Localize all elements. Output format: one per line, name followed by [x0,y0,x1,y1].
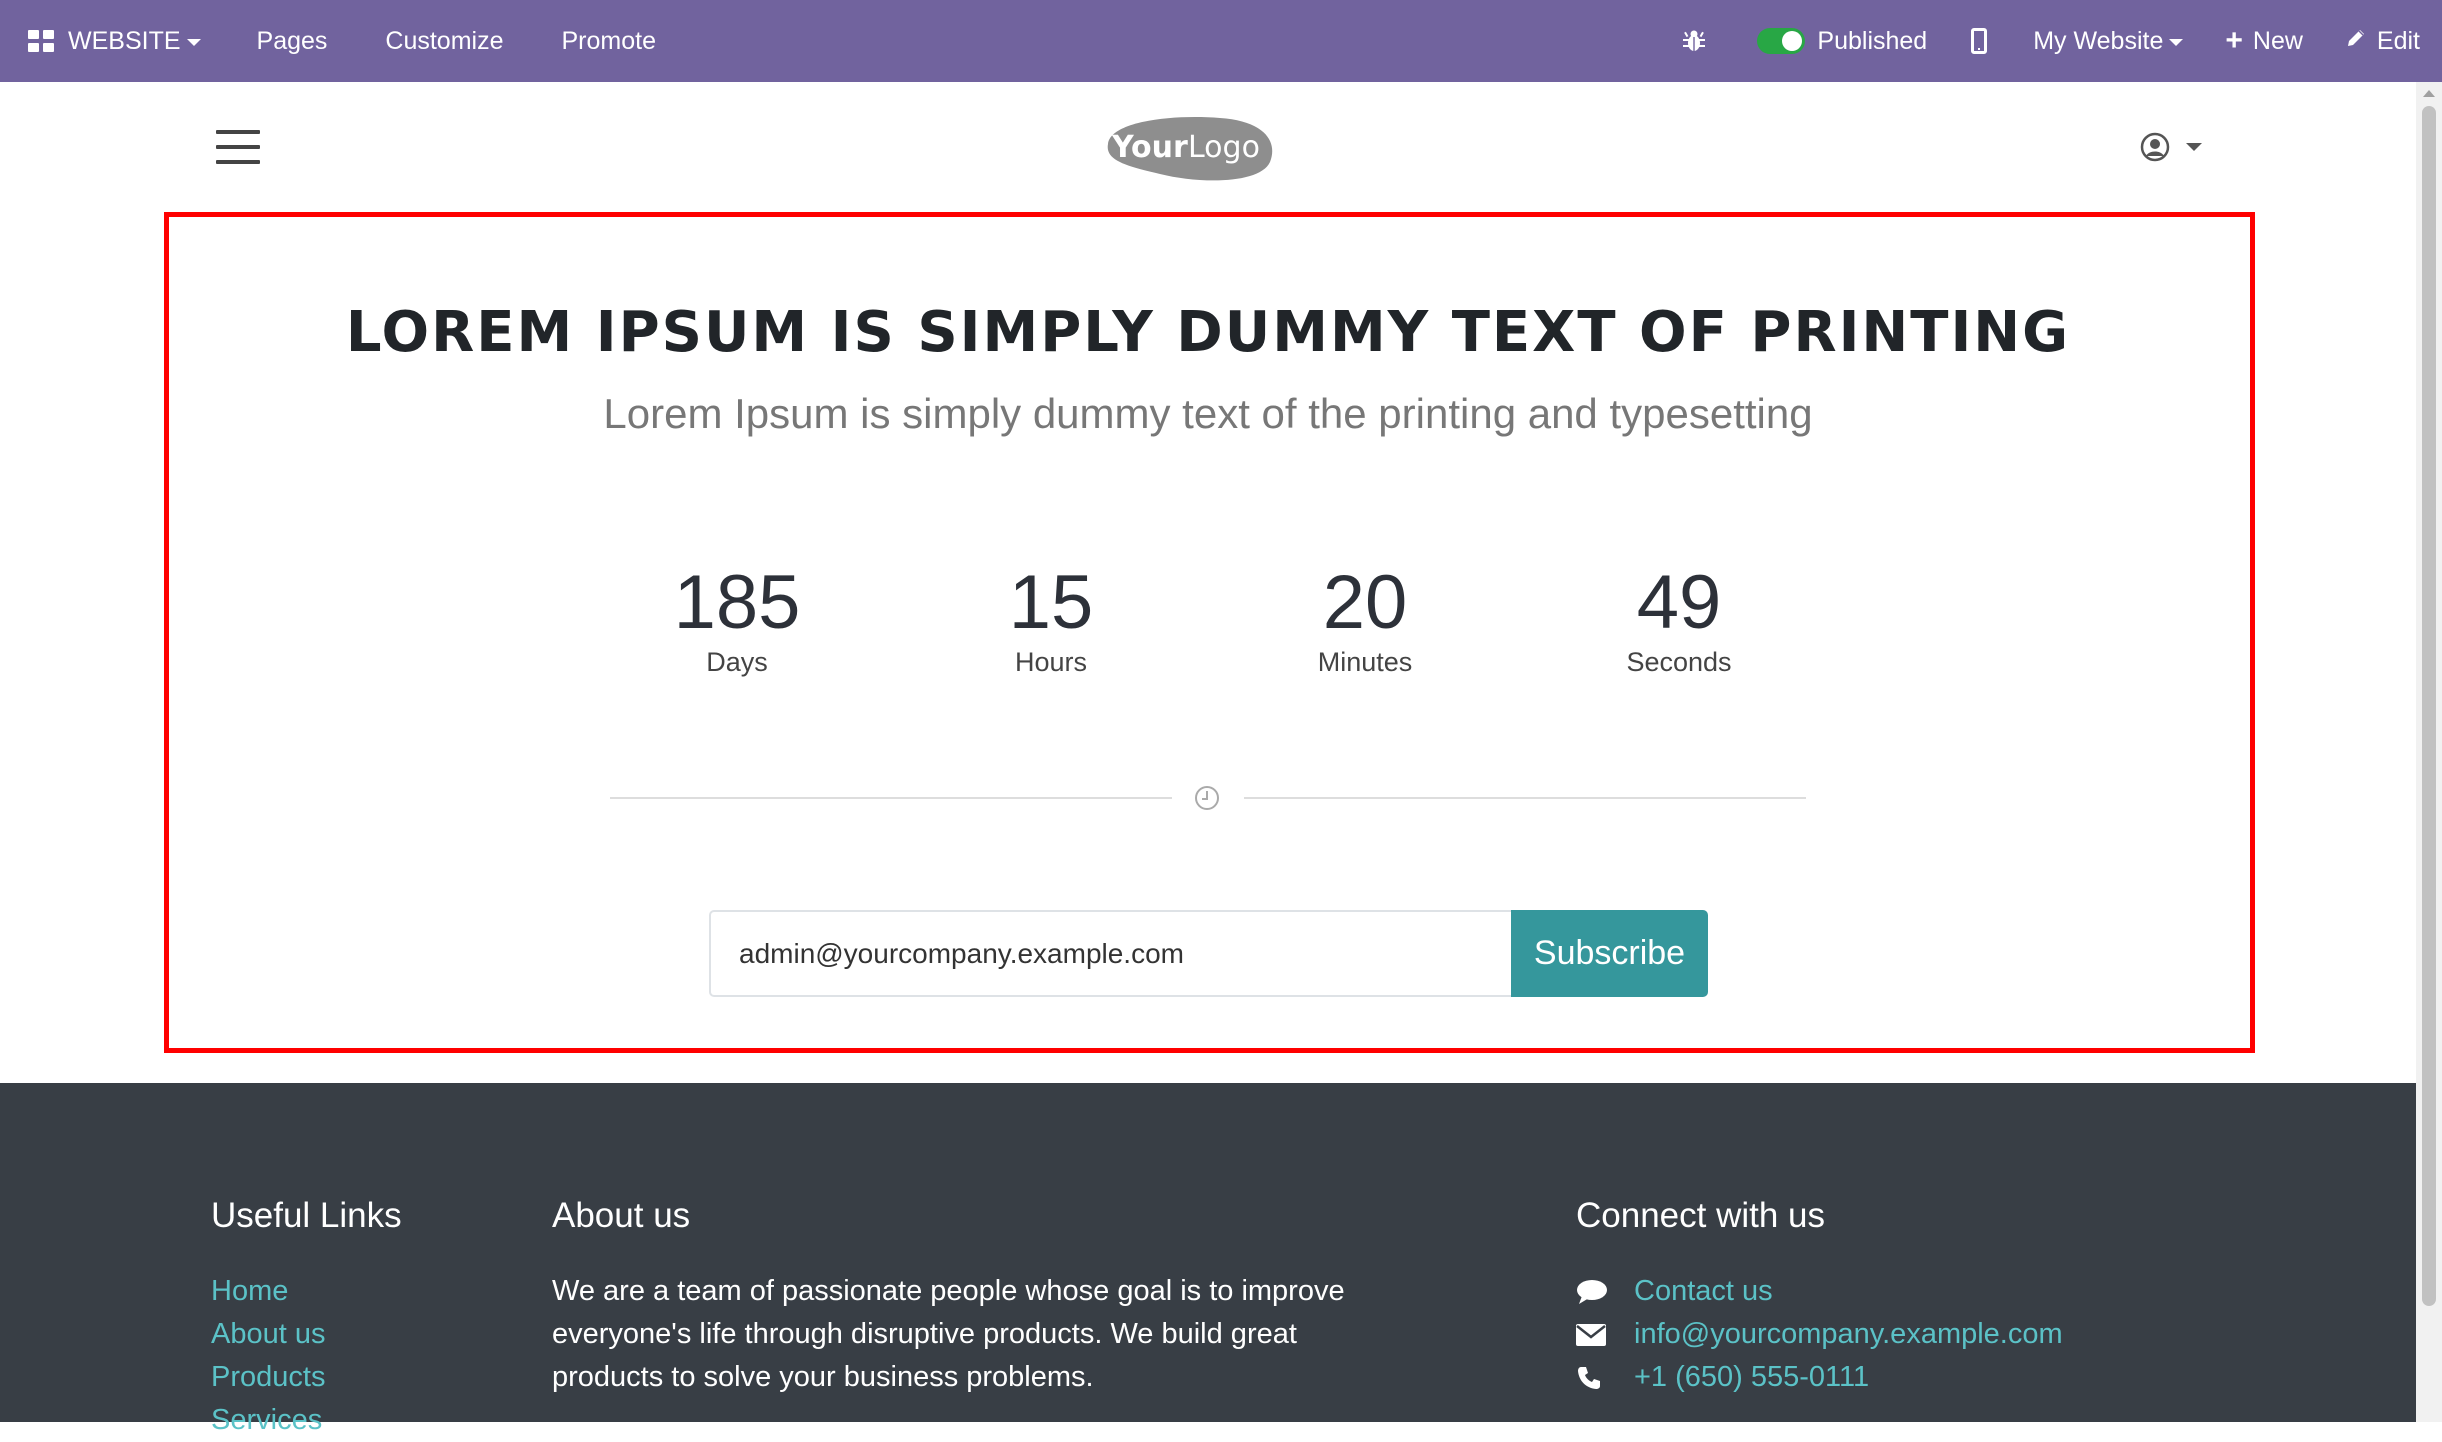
mobile-preview-button[interactable] [1971,0,1988,82]
site-footer: Useful Links Home About us Products Serv… [0,1083,2416,1436]
footer-useful-links: Useful Links Home About us Products Serv… [211,1196,402,1442]
countdown-days-label: Days [706,647,768,677]
edit-button-label: Edit [2376,26,2420,55]
user-circle-icon [2140,132,2170,162]
phone-icon [1576,1365,1634,1391]
scrollbar-thumb[interactable] [2422,106,2436,1306]
countdown-minutes: 20 Minutes [1235,555,1495,678]
countdown-minutes-label: Minutes [1317,647,1413,677]
newsletter-subscribe-form: Subscribe [709,910,1708,997]
apps-grid-icon [28,30,54,52]
footer-link-services[interactable]: Services [211,1399,402,1442]
pages-menu[interactable]: Pages [257,0,328,82]
countdown-hours-label: Hours [1014,647,1088,677]
useful-links-title: Useful Links [211,1196,402,1235]
scroll-up-arrow-icon[interactable] [2423,90,2435,97]
footer-phone-link[interactable]: +1 (650) 555-0111 [1634,1356,1869,1399]
customize-menu-label: Customize [385,26,504,55]
countdown-hours: 15 Hours [921,555,1181,678]
toggle-switch-icon [1757,28,1806,54]
divider-left [610,797,1172,799]
email-input[interactable] [709,910,1511,997]
subscribe-button[interactable]: Subscribe [1511,910,1708,997]
about-us-text: We are a team of passionate people whose… [552,1275,1345,1393]
footer-link-about-us[interactable]: About us [211,1313,402,1356]
phone-row: +1 (650) 555-0111 [1576,1356,2063,1399]
connect-title: Connect with us [1576,1196,1826,1235]
email-row: info@yourcompany.example.com [1576,1313,2063,1356]
user-account-menu[interactable] [2140,132,2202,162]
footer-link-products[interactable]: Products [211,1356,402,1399]
about-us-title: About us [552,1196,691,1235]
plus-icon: + [2225,24,2243,57]
logo-text-bold: Your [1111,130,1188,165]
hero-title: LOREM IPSUM IS SIMPLY DUMMY TEXT OF PRIN… [345,300,2071,365]
hamburger-menu-icon[interactable] [216,130,260,164]
admin-bar-right: Published My Website + New Edit [1681,0,2420,82]
countdown-minutes-value: 20 [1322,560,1408,645]
footer-email-link[interactable]: info@yourcompany.example.com [1634,1313,2063,1356]
contact-us-row: Contact us [1576,1270,2063,1313]
company-logo[interactable]: Your Logo [1100,112,1276,184]
customize-menu[interactable]: Customize [385,0,503,82]
footer-link-home[interactable]: Home [211,1270,402,1313]
publish-toggle[interactable]: Published [1757,0,1927,82]
edit-button[interactable]: Edit [2345,0,2420,82]
website-app-menu[interactable]: WEBSITE [28,0,201,82]
published-label: Published [1817,26,1928,55]
chevron-down-icon [2186,143,2202,151]
countdown-hours-value: 15 [1008,560,1094,645]
logo-text-light: Logo [1188,130,1260,165]
new-content-button[interactable]: + New [2225,0,2303,82]
promote-menu-label: Promote [561,26,656,55]
footer-connect: Connect with us Contact us info@yourcomp… [1576,1196,2063,1399]
footer-about: About us We are a team of passionate peo… [552,1196,1352,1399]
chevron-down-icon [186,39,201,46]
countdown-seconds-label: Seconds [1626,647,1732,677]
admin-bar-left: WEBSITE Pages Customize Promote [0,0,656,82]
new-button-label: New [2252,26,2303,55]
chevron-down-icon [2169,39,2184,46]
envelope-icon [1576,1323,1634,1346]
promote-menu[interactable]: Promote [562,0,656,82]
website-admin-bar: WEBSITE Pages Customize Promote Publishe… [0,0,2442,82]
website-app-label: WEBSITE [68,26,181,55]
site-header: Your Logo [0,82,2416,212]
divider-right [1244,797,1806,799]
countdown-seconds-value: 49 [1636,560,1722,645]
pencil-icon [2345,27,2367,56]
countdown-days: 185 Days [607,555,867,678]
hero-subtitle: Lorem Ipsum is simply dummy text of the … [603,390,1813,437]
debug-bug-icon[interactable] [1681,28,1707,54]
website-switcher[interactable]: My Website [2033,0,2184,82]
mobile-phone-icon [1971,28,1988,54]
page-scrollbar[interactable] [2416,82,2442,1422]
countdown-seconds: 49 Seconds [1549,555,1809,678]
pages-menu-label: Pages [256,26,328,55]
contact-us-link[interactable]: Contact us [1634,1270,1773,1313]
comment-icon [1576,1278,1634,1306]
countdown-days-value: 185 [673,560,801,645]
website-switcher-label: My Website [2033,26,2164,55]
clock-icon [1195,786,1219,810]
